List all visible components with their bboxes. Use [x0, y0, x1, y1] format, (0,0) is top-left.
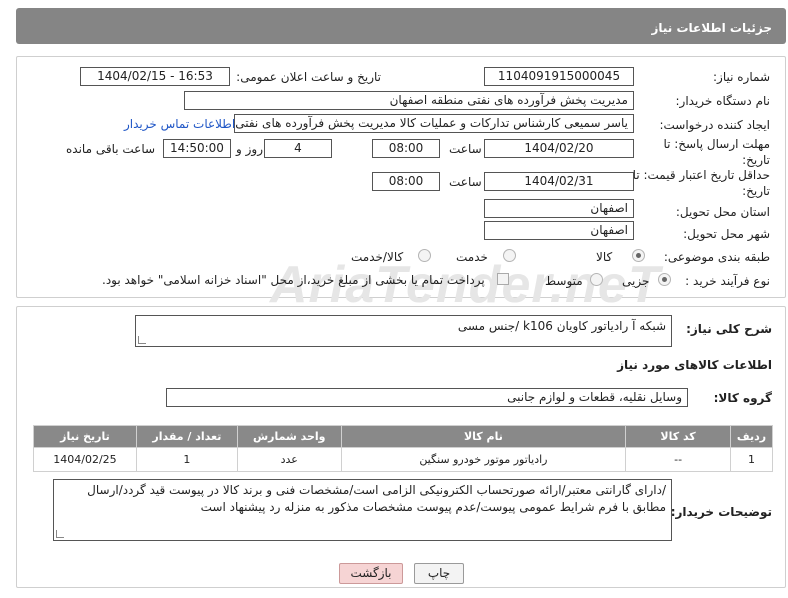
resize-handle-icon[interactable]	[56, 530, 64, 538]
description-label: شرح کلی نیاز:	[686, 322, 772, 336]
validity-time-label: ساعت	[449, 175, 482, 189]
buyer-notes-label: توضیحات خریدار:	[670, 505, 772, 519]
category-label: طبقه بندی موضوعی:	[663, 250, 770, 264]
deadline-date-field: 1404/02/20	[484, 139, 634, 158]
province-field: اصفهان	[484, 199, 634, 218]
announce-field: 1404/02/15 - 16:53	[80, 67, 230, 86]
validity-date-field: 1404/02/31	[484, 172, 634, 191]
col-unit: واحد شمارش	[236, 425, 342, 448]
goods-group-field: وسایل نقلیه، قطعات و لوازم جانبی	[166, 388, 688, 407]
announce-label: تاریخ و ساعت اعلان عمومی:	[236, 70, 381, 84]
back-button[interactable]: بازگشت	[339, 563, 403, 584]
category-radio-goods-service[interactable]	[418, 249, 431, 262]
remaining-time-field: 14:50:00	[163, 139, 231, 158]
days-field: 4	[264, 139, 332, 158]
requester-field: یاسر سمیعی کارشناس تدارکات و عملیات کالا…	[234, 114, 634, 133]
category-option-goods-service: کالا/خدمت	[351, 250, 404, 264]
treasury-payment-note: پرداخت تمام یا بخشی از مبلغ خرید،از محل …	[102, 273, 485, 287]
col-code: کد کالا	[625, 425, 731, 448]
need-number-field: 1104091915000045	[484, 67, 634, 86]
cell-code: --	[625, 447, 731, 472]
buyer-org-label: نام دستگاه خریدار:	[675, 94, 771, 108]
page-title: جزئیات اطلاعات نیاز	[651, 21, 772, 35]
city-label: شهر محل تحویل:	[683, 227, 770, 241]
city-field: اصفهان	[484, 221, 634, 240]
deadline-label: مهلت ارسال پاسخ: تا تاریخ:	[663, 137, 770, 167]
col-date: تاریخ نیاز	[33, 425, 137, 448]
requester-label: ایجاد کننده درخواست:	[659, 118, 770, 132]
province-label: استان محل تحویل:	[675, 205, 770, 219]
col-qty: تعداد / مقدار	[135, 425, 238, 448]
cell-qty: 1	[135, 447, 238, 472]
buyer-contact-link[interactable]: اطلاعات تماس خریدار	[124, 117, 235, 131]
description-textarea: شبکه آ رادیاتور کاویان k106 /جنس مسی	[135, 315, 672, 347]
deadline-time-field: 08:00	[372, 139, 440, 158]
process-label: نوع فرآیند خرید :	[685, 274, 770, 288]
need-number-label: شماره نیاز:	[713, 70, 770, 84]
resize-handle-icon[interactable]	[138, 336, 146, 344]
process-option-medium: متوسط	[545, 274, 583, 288]
cell-row: 1	[729, 447, 774, 472]
category-radio-service[interactable]	[503, 249, 516, 262]
items-table: تاریخ نیاز تعداد / مقدار واحد شمارش نام …	[33, 425, 774, 472]
cell-unit: عدد	[236, 447, 342, 472]
category-option-goods: کالا	[596, 250, 613, 264]
process-option-minor: جزیی	[622, 274, 650, 288]
col-name: نام کالا	[340, 425, 627, 448]
process-radio-minor[interactable]	[658, 273, 671, 286]
cell-name: رادیاتور موتور خودرو سنگین	[340, 447, 627, 472]
table-header-row: تاریخ نیاز تعداد / مقدار واحد شمارش نام …	[33, 425, 774, 448]
validity-time-field: 08:00	[372, 172, 440, 191]
page-header: جزئیات اطلاعات نیاز	[16, 8, 786, 44]
print-button[interactable]: چاپ	[414, 563, 464, 584]
treasury-checkbox[interactable]	[497, 273, 509, 285]
cell-date: 1404/02/25	[33, 447, 137, 472]
validity-label: حداقل تاریخ اعتبار قیمت: تا تاریخ:	[632, 168, 770, 198]
buyer-org-field: مدیریت پخش فرآورده های نفتی منطقه اصفهان	[184, 91, 634, 110]
category-option-service: خدمت	[456, 250, 488, 264]
table-row[interactable]: 1404/02/25 1 عدد رادیاتور موتور خودرو سن…	[33, 447, 774, 472]
col-row: ردیف	[729, 425, 774, 448]
deadline-time-label: ساعت	[449, 142, 482, 156]
category-radio-goods[interactable]	[632, 249, 645, 262]
process-radio-medium[interactable]	[590, 273, 603, 286]
remaining-time-label: ساعت باقی مانده	[66, 142, 156, 156]
days-label: روز و	[236, 142, 263, 156]
buyer-notes-textarea: /دارای گارانتی معتبر/ارائه صورتحساب الکت…	[53, 479, 672, 541]
goods-group-label: گروه کالا:	[713, 391, 772, 405]
goods-section-title: اطلاعات کالاهای مورد نیاز	[617, 358, 772, 372]
